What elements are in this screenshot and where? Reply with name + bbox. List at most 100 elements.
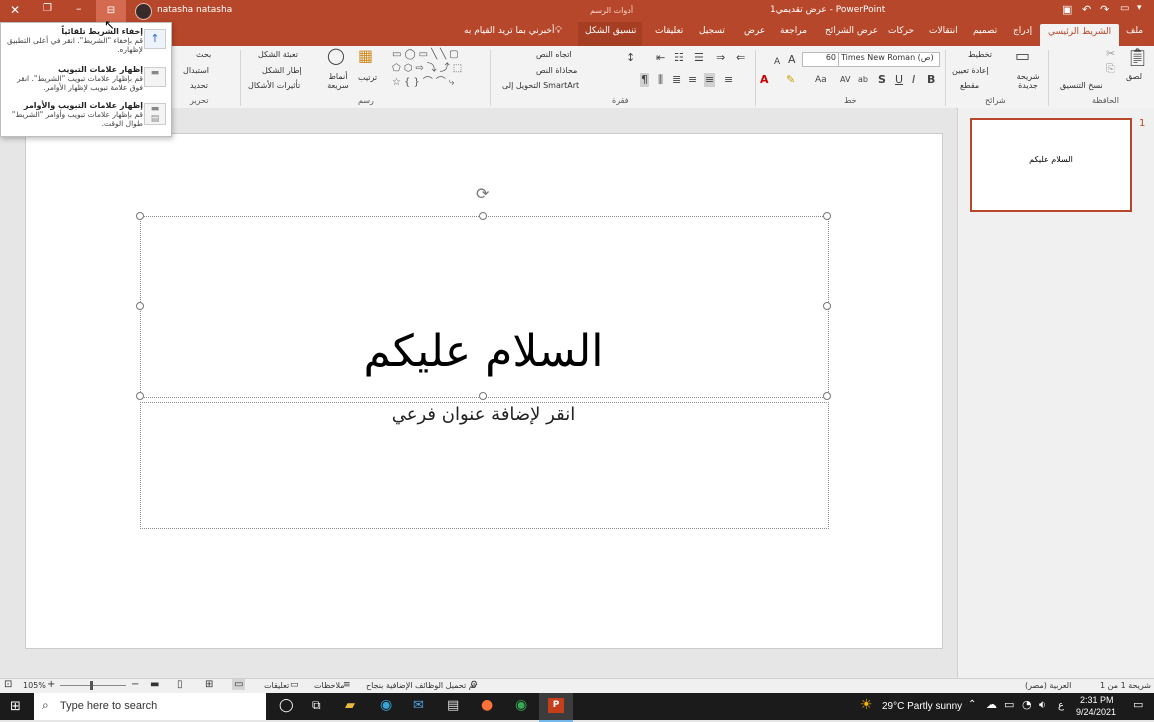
user-name[interactable]: natasha natasha — [157, 5, 232, 15]
indent-icon[interactable]: ⇤ — [656, 52, 665, 64]
slide-thumbnail[interactable]: السلام عليكم — [970, 118, 1132, 212]
windows-start-icon[interactable]: ⊞ — [10, 699, 21, 714]
bullets-icon[interactable]: ☰ — [694, 52, 704, 64]
tab-animations[interactable]: حركات — [888, 26, 914, 36]
layout-button[interactable]: تخطيط — [968, 50, 992, 59]
tab-file[interactable]: ملف — [1126, 26, 1143, 36]
line-spacing-icon[interactable]: ↕ — [626, 52, 635, 64]
language-indicator[interactable]: العربية (مصر) — [1025, 681, 1071, 690]
slide-title[interactable]: السلام عليكم — [140, 322, 827, 382]
quick-styles-button[interactable]: أنماط سريعة — [324, 72, 352, 90]
taskbar-search[interactable]: ⌕ Type here to search — [34, 693, 266, 720]
comments-button[interactable]: تعليقات — [264, 681, 289, 690]
paste-icon[interactable]: 📋︎ — [1126, 49, 1149, 67]
menu-item-auto-hide[interactable]: ↑ إخفاء الشريط تلقائياً قم بإخفاء "الشري… — [1, 25, 171, 61]
justify-icon[interactable]: ≣ — [672, 74, 681, 86]
underline-button[interactable]: U — [895, 74, 903, 86]
font-name-select[interactable]: Times New Roman (ص) — [838, 52, 940, 67]
clock-date[interactable]: 9/24/2021 — [1076, 707, 1116, 717]
shape-effects-button[interactable]: تأثيرات الأشكال — [248, 81, 300, 90]
notes-button[interactable]: ملاحظات — [314, 681, 345, 690]
avatar[interactable] — [135, 3, 152, 20]
tab-shape-format[interactable]: تنسيق الشكل — [585, 26, 636, 36]
arrange-button[interactable]: ترتيب — [358, 73, 377, 82]
quick-styles-icon[interactable]: ◯ — [327, 48, 345, 64]
tray-chevron-icon[interactable]: ⌃ — [968, 699, 976, 710]
qat-dropdown-icon[interactable]: ▾ — [1137, 3, 1142, 13]
network-icon[interactable]: ◔ — [1022, 698, 1032, 711]
close-icon[interactable]: ✕ — [10, 3, 20, 17]
normal-view-icon[interactable]: ▭ — [232, 679, 246, 690]
customize-qat-icon[interactable]: ▭ — [1120, 3, 1129, 14]
zoom-out-icon[interactable]: + — [47, 679, 55, 690]
tab-slideshow[interactable]: عرض الشرائح — [825, 26, 878, 36]
replace-button[interactable]: استبدال — [183, 66, 209, 75]
reading-view-icon[interactable]: ▯ — [177, 679, 183, 690]
strikethrough-button[interactable]: S — [878, 74, 886, 86]
char-spacing-button[interactable]: AV — [840, 74, 850, 86]
format-painter-button[interactable]: نسخ التنسيق — [1060, 81, 1103, 90]
copy-icon[interactable]: ⎘ — [1106, 63, 1115, 75]
task-view-icon[interactable]: ⧉ — [312, 698, 321, 713]
mail-icon[interactable]: ✉ — [413, 698, 424, 713]
powerpoint-taskbar-button[interactable]: P — [539, 693, 573, 722]
cut-icon[interactable]: ✂ — [1106, 48, 1115, 60]
find-button[interactable]: بحث — [196, 50, 211, 59]
grow-font-icon[interactable]: A — [788, 54, 796, 66]
notes-icon[interactable]: ≡ — [343, 680, 351, 690]
align-left-icon[interactable]: ≡ — [688, 74, 697, 86]
align-center-icon[interactable]: ≡ — [704, 73, 716, 87]
notifications-icon[interactable]: ▭ — [1133, 698, 1143, 711]
chrome-icon[interactable]: ◉ — [515, 697, 527, 713]
zoom-level[interactable]: 105% — [23, 681, 46, 690]
align-text-button[interactable]: محاذاة النص — [536, 66, 577, 75]
font-color-icon[interactable]: A — [760, 74, 769, 86]
paste-button[interactable]: لصق — [1126, 72, 1142, 81]
shape-outline-button[interactable]: إطار الشكل — [262, 66, 302, 75]
sorter-view-icon[interactable]: ⊞ — [205, 679, 213, 690]
subtitle-placeholder-text[interactable]: انقر لإضافة عنوان فرعي — [140, 404, 827, 425]
numbering-icon[interactable]: ☷ — [674, 52, 684, 64]
menu-item-show-tabs[interactable]: ▬ إظهار علامات التبويب قم بإظهار علامات … — [1, 63, 171, 97]
tab-record[interactable]: تسجيل — [699, 26, 725, 36]
paragraph-icon[interactable]: ¶ — [640, 73, 649, 87]
reset-button[interactable]: إعادة تعيين — [952, 66, 989, 75]
rtl-icon[interactable]: ⇐ — [736, 52, 745, 64]
redo-icon[interactable]: ↷ — [1100, 3, 1109, 16]
store-icon[interactable]: ▤ — [447, 698, 459, 713]
columns-icon[interactable]: ⫼ — [658, 74, 663, 86]
fit-slide-icon[interactable]: ⊡ — [4, 679, 12, 690]
new-slide-icon[interactable]: ▭ — [1015, 48, 1030, 64]
section-button[interactable]: مقطع — [960, 81, 979, 90]
zoom-slider[interactable] — [60, 681, 126, 690]
align-right-icon[interactable]: ≡ — [724, 74, 733, 86]
tab-home[interactable]: الشريط الرئيسي — [1040, 24, 1120, 46]
slideshow-view-icon[interactable]: ▬ — [150, 679, 159, 690]
cloud-icon[interactable]: ☁ — [986, 698, 997, 711]
ltr-icon[interactable]: ⇒ — [716, 52, 725, 64]
italic-button[interactable]: I — [912, 74, 915, 86]
clock-time[interactable]: 2:31 PM — [1080, 695, 1114, 705]
weather-icon[interactable]: ☀ — [860, 697, 873, 713]
comments-icon[interactable]: ▭ — [290, 680, 299, 690]
text-direction-button[interactable]: اتجاه النص — [536, 50, 572, 59]
minimize-icon[interactable]: – — [76, 2, 82, 15]
tab-comments[interactable]: تعليقات — [655, 26, 683, 36]
rotate-handle-icon[interactable]: ⟳ — [476, 184, 489, 203]
change-case-button[interactable]: Aa — [815, 74, 827, 86]
cortana-icon[interactable]: ◯ — [279, 698, 294, 713]
new-slide-button[interactable]: شريحة جديدة — [1013, 72, 1043, 90]
select-button[interactable]: تحديد — [190, 81, 208, 90]
save-icon[interactable]: ▣ — [1062, 3, 1072, 16]
undo-icon[interactable]: ↶ — [1082, 3, 1091, 16]
slide-count[interactable]: شريحة 1 من 1 — [1100, 681, 1151, 690]
tell-me-search[interactable]: أخبرني بما تريد القيام به — [464, 26, 555, 36]
restore-icon[interactable]: ❐ — [43, 3, 52, 14]
edge-icon[interactable]: ◉ — [380, 697, 392, 713]
file-explorer-icon[interactable]: ▰ — [345, 698, 355, 713]
font-size-select[interactable]: 60 — [802, 52, 839, 67]
smartart-button[interactable]: التحويل إلى SmartArt — [502, 81, 579, 90]
menu-item-show-tabs-commands[interactable]: ▬ ▤ إظهار علامات التبويب والأوامر قم بإظه… — [1, 99, 171, 135]
shrink-font-icon[interactable]: A — [774, 56, 780, 68]
shape-fill-button[interactable]: تعبئة الشكل — [258, 50, 298, 59]
